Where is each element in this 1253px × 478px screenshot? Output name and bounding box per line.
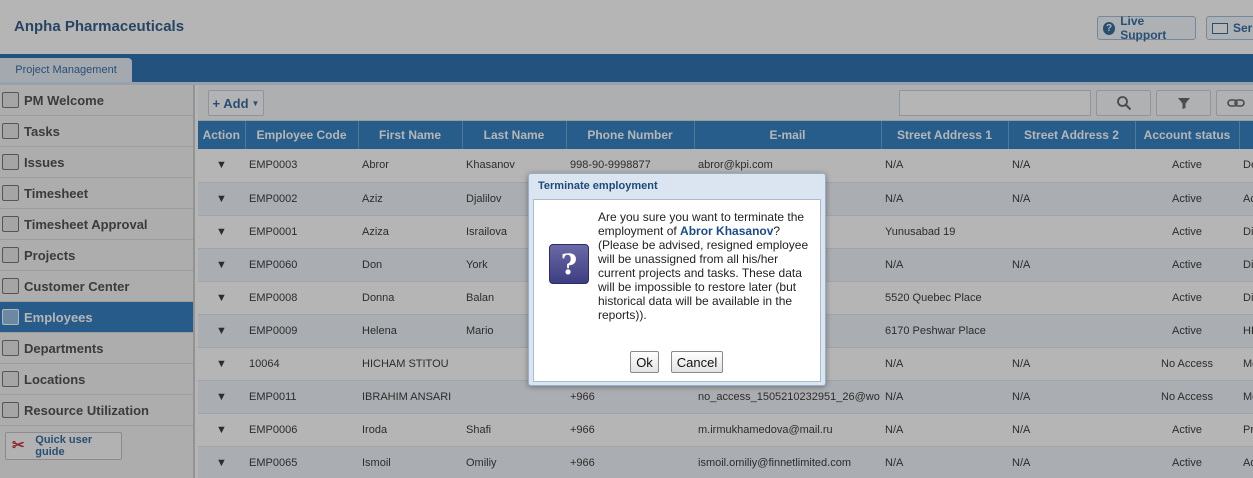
dialog-text-after: ? (Please be advised, resigned employee … (598, 224, 809, 322)
terminate-employment-dialog: Terminate employment ? Are you sure you … (528, 173, 826, 386)
dialog-body: ? Are you sure you want to terminate the… (533, 199, 821, 382)
question-icon: ? (549, 244, 589, 284)
employee-name: Abror Khasanov (680, 224, 774, 238)
dialog-title: Terminate employment (538, 180, 658, 192)
dialog-message: Are you sure you want to terminate the e… (598, 210, 818, 322)
cancel-button[interactable]: Cancel (671, 351, 723, 373)
ok-button[interactable]: Ok (630, 351, 659, 373)
